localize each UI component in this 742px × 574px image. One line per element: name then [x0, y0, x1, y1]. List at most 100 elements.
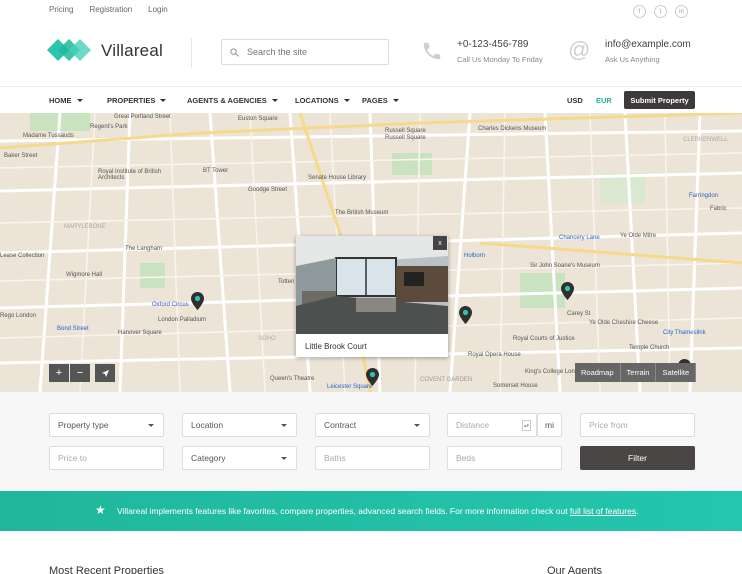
map-label: Holborn [464, 253, 486, 259]
popup-close-button[interactable]: x [433, 236, 447, 250]
submit-property-button[interactable]: Submit Property [624, 91, 695, 109]
banner-text: Villareal implements features like favor… [117, 506, 638, 516]
phone-block: +0-123-456-789 Call Us Monday To Friday [457, 39, 543, 64]
twitter-icon[interactable]: t [654, 5, 667, 18]
map-type-terrain[interactable]: Terrain [620, 363, 657, 382]
chevron-down-icon [392, 99, 399, 102]
logo-icon[interactable] [47, 36, 91, 64]
stepper-icon[interactable]: ▴▾ [522, 420, 531, 431]
popup-title[interactable]: Little Brook Court [305, 342, 367, 351]
brand-name[interactable]: Villareal [101, 41, 163, 61]
banner-period: . [636, 506, 639, 516]
contract-value: Contract [324, 420, 357, 430]
location-value: Location [191, 420, 224, 430]
map-label: Rego London [0, 313, 37, 319]
chevron-down-icon [148, 424, 154, 427]
nav-locations[interactable]: LOCATIONS [295, 96, 362, 105]
property-photo[interactable] [296, 236, 448, 334]
top-links: Pricing Registration Login [49, 5, 168, 14]
phone-icon [423, 42, 441, 60]
map-popup[interactable]: Little Brook Court [296, 236, 448, 357]
nav-home-label: HOME [49, 96, 72, 105]
facebook-icon[interactable]: f [633, 5, 646, 18]
location-select[interactable]: Location [182, 413, 297, 437]
nav-menu: HOME PROPERTIES AGENTS & AGENCIES LOCATI… [49, 96, 399, 105]
map-label: Farringdon [689, 193, 719, 199]
at-icon: @ [568, 37, 591, 62]
property-type-select[interactable]: Property type [49, 413, 164, 437]
map-marker-icon[interactable] [191, 292, 204, 310]
map-label: Queen's Theatre [270, 376, 315, 382]
map-label: SOHO [258, 336, 276, 342]
map-label: Euston Square [238, 116, 278, 122]
map-label: London Palladium [158, 317, 207, 323]
our-agents-heading: Our Agents [547, 565, 603, 574]
nav-properties-label: PROPERTIES [107, 96, 156, 105]
chevron-down-icon [271, 99, 278, 102]
map-marker-icon[interactable] [366, 368, 379, 386]
nav-home[interactable]: HOME [49, 96, 107, 105]
nav-pages[interactable]: PAGES [362, 96, 399, 105]
email-note: Ask Us Anything [605, 55, 660, 64]
map-label: Somerset House [493, 383, 538, 389]
linkedin-icon[interactable]: in [675, 5, 688, 18]
map-type-roadmap[interactable]: Roadmap [575, 363, 621, 382]
distance-placeholder: Distance [456, 420, 490, 430]
zoom-out-button[interactable]: − [70, 364, 90, 382]
chevron-down-icon [76, 99, 83, 102]
search-icon [230, 47, 239, 57]
currency-usd[interactable]: USD [567, 96, 583, 105]
map-label: City Thameslink [663, 330, 706, 336]
filter-button[interactable]: Filter [580, 446, 695, 470]
price-to-input[interactable]: Price to [49, 446, 164, 470]
nav-locations-label: LOCATIONS [295, 96, 339, 105]
map-label: Fabric [710, 206, 727, 212]
map-label: The British Museum [335, 210, 389, 216]
email-address[interactable]: info@example.com [605, 39, 691, 50]
header-divider [191, 38, 192, 68]
map-label: Madame Tussauds [23, 133, 74, 139]
property-search-form [0, 392, 742, 491]
map-label: Wigmore Hall [66, 272, 103, 278]
banner-message: Villareal implements features like favor… [117, 506, 570, 516]
features-link[interactable]: full list of features [570, 506, 636, 516]
baths-input[interactable]: Baths [315, 446, 430, 470]
map-label: Lease Collection [0, 253, 45, 259]
features-banner: ★ Villareal implements features like fav… [0, 491, 742, 531]
login-link[interactable]: Login [148, 5, 168, 14]
distance-input[interactable]: Distance ▴▾ [447, 413, 537, 437]
chevron-down-icon [160, 99, 167, 102]
site-search[interactable] [221, 39, 389, 65]
nav-pages-label: PAGES [362, 96, 388, 105]
locate-button[interactable] [95, 364, 115, 382]
map-label: Chancery Lane [559, 235, 600, 241]
nav-properties[interactable]: PROPERTIES [107, 96, 187, 105]
map[interactable]: Madame Tussauds Regent's Park Great Port… [0, 113, 742, 392]
social-links: f t in [633, 5, 688, 18]
category-select[interactable]: Category [182, 446, 297, 470]
map-label: Carey St [567, 311, 591, 317]
price-from-input[interactable]: Price from [580, 413, 695, 437]
map-label: Ye Olde Cheshire Cheese [589, 320, 659, 326]
map-label: Royal Courts of Justice [513, 336, 575, 342]
map-label: MARYLEBONE [64, 224, 106, 230]
pricing-link[interactable]: Pricing [49, 5, 73, 14]
nav-agents[interactable]: AGENTS & AGENCIES [187, 96, 295, 105]
map-marker-icon[interactable] [459, 306, 472, 324]
map-marker-icon[interactable] [561, 282, 574, 300]
map-type-switcher: Roadmap Terrain Satellite [575, 363, 697, 382]
zoom-in-button[interactable]: + [49, 364, 69, 382]
locate-icon [101, 369, 109, 377]
contract-select[interactable]: Contract [315, 413, 430, 437]
map-label: Royal Opera House [468, 352, 521, 358]
category-value: Category [191, 453, 226, 463]
phone-number[interactable]: +0-123-456-789 [457, 39, 543, 50]
currency-eur[interactable]: EUR [596, 96, 612, 105]
search-input[interactable] [247, 47, 377, 57]
top-bar: Pricing Registration Login f t in [0, 0, 742, 22]
beds-input[interactable]: Beds [447, 446, 562, 470]
email-block: info@example.com Ask Us Anything [605, 39, 691, 64]
registration-link[interactable]: Registration [89, 5, 132, 14]
distance-unit[interactable]: mi [537, 413, 562, 437]
map-type-satellite[interactable]: Satellite [656, 363, 697, 382]
